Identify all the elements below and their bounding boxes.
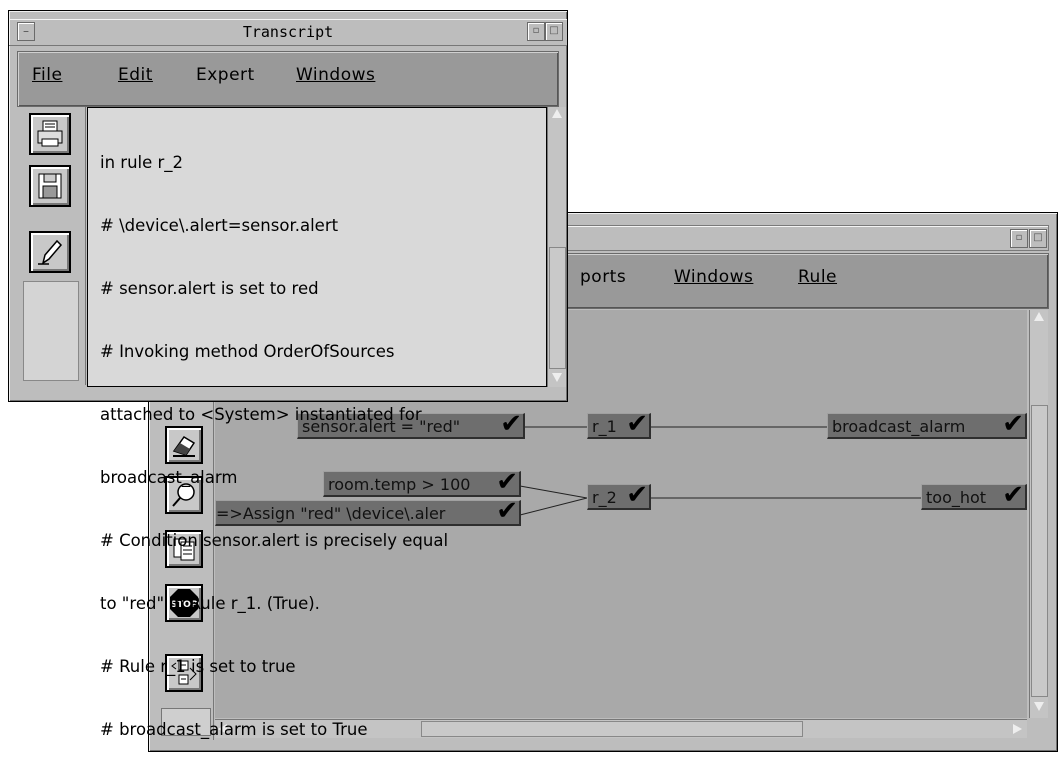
scroll-right-arrow-icon[interactable] — [1013, 724, 1022, 734]
pencil-icon — [38, 239, 63, 265]
menu-rule[interactable]: Rule — [798, 267, 837, 287]
check-icon: ✔ — [1002, 484, 1024, 510]
node-label: r_1 — [592, 417, 617, 436]
transcript-line: # Invoking method OrderOfSources — [100, 342, 395, 361]
menu-edit[interactable]: Edit — [118, 65, 153, 85]
check-icon: ✔ — [626, 484, 648, 510]
node-label: broadcast_alarm — [832, 417, 966, 436]
network-vertical-scrollbar[interactable] — [1029, 310, 1048, 718]
scroll-thumb[interactable] — [1031, 405, 1048, 697]
transcript-window: – Transcript ▫ □ File Edit Expert Window… — [8, 10, 568, 739]
transcript-text-area[interactable]: in rule r_2 # \device\.alert=sensor.aler… — [87, 107, 547, 739]
menu-expert[interactable]: Expert — [196, 65, 255, 85]
output-node-too-hot[interactable]: too_hot ✔ — [921, 484, 1027, 510]
toolbar-empty-panel — [23, 281, 79, 381]
menu-windows-network[interactable]: Windows — [674, 267, 753, 287]
transcript-line: # Rule r_1 is set to true — [100, 657, 296, 676]
menu-ports[interactable]: ports — [580, 267, 626, 287]
scroll-up-arrow-icon[interactable] — [552, 109, 562, 118]
transcript-line: attached to <System> instantiated for — [100, 405, 422, 424]
rule-node-r1[interactable]: r_1 ✔ — [587, 413, 651, 439]
transcript-line: # Condition sensor.alert is precisely eq… — [100, 531, 449, 550]
transcript-line: # \device\.alert=sensor.alert — [100, 216, 339, 235]
scroll-down-arrow-icon[interactable] — [1034, 702, 1044, 711]
node-label: r_2 — [592, 488, 617, 507]
transcript-line: broadcast_alarm — [100, 468, 238, 487]
transcript-line: in rule r_2 — [100, 153, 184, 172]
transcript-line: # sensor.alert is set to red — [100, 279, 319, 298]
floppy-disk-icon — [38, 173, 62, 199]
transcript-line: to "red" in Rule r_1. (True). — [100, 594, 320, 613]
check-icon: ✔ — [626, 413, 648, 439]
rule-node-r2[interactable]: r_2 ✔ — [587, 484, 651, 510]
transcript-vertical-scrollbar[interactable] — [547, 107, 566, 387]
network-minimize-button[interactable]: ▫ — [1010, 229, 1028, 248]
transcript-maximize-button[interactable]: □ — [545, 22, 563, 41]
transcript-minimize-button[interactable]: ▫ — [527, 22, 545, 41]
scroll-thumb[interactable] — [549, 247, 566, 369]
print-button[interactable] — [29, 113, 71, 155]
transcript-titlebar[interactable]: – Transcript ▫ □ — [9, 19, 567, 46]
menu-windows[interactable]: Windows — [296, 65, 375, 85]
transcript-line: # broadcast_alarm is set to True — [100, 720, 368, 739]
transcript-menubar: File Edit Expert Windows — [17, 51, 559, 107]
network-maximize-button[interactable]: □ — [1029, 229, 1047, 248]
save-button[interactable] — [29, 165, 71, 207]
node-label: too_hot — [926, 488, 987, 507]
output-node-broadcast-alarm[interactable]: broadcast_alarm ✔ — [827, 413, 1027, 439]
printer-icon — [37, 120, 63, 147]
check-icon: ✔ — [1002, 413, 1024, 439]
transcript-toolbar — [19, 107, 86, 385]
scroll-up-arrow-icon[interactable] — [1034, 312, 1044, 321]
transcript-title: Transcript — [242, 23, 334, 41]
edit-button[interactable] — [29, 231, 71, 273]
scroll-down-arrow-icon[interactable] — [552, 373, 562, 382]
menu-file[interactable]: File — [32, 65, 62, 85]
